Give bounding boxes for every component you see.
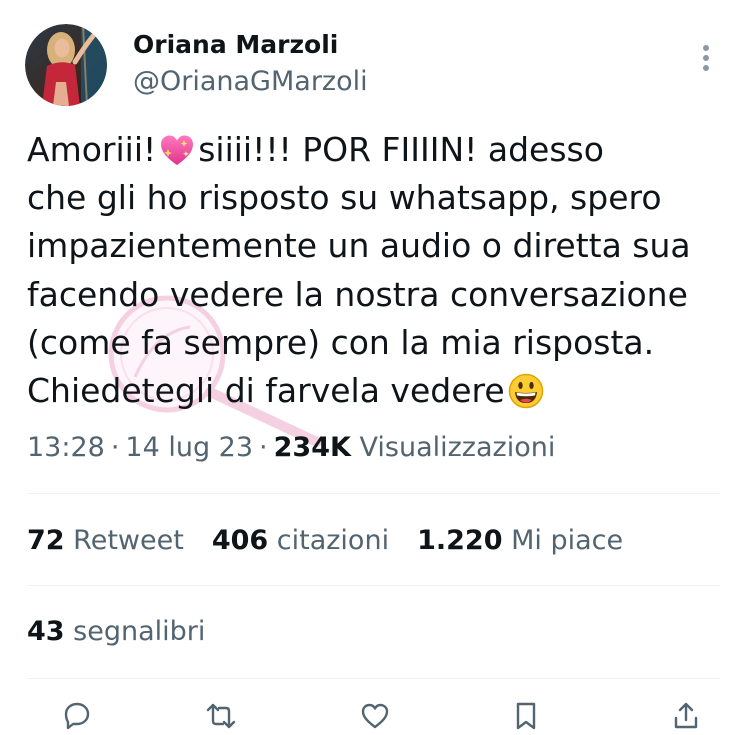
- likes-stat[interactable]: 1.220 Mi piace: [417, 524, 623, 558]
- grinning-face-emoji-icon: [507, 373, 545, 409]
- tweet-date[interactable]: 14 lug 23: [125, 432, 253, 463]
- retweets-count: 72: [27, 525, 65, 556]
- quotes-stat[interactable]: 406 citazioni: [212, 524, 389, 558]
- tweet-text-segment: siiii!!! POR FIIIIN! adesso: [198, 130, 604, 169]
- author-handle[interactable]: @OrianaGMarzoli: [133, 66, 368, 98]
- like-button[interactable]: [360, 701, 390, 731]
- bookmarks-label: segnalibri: [73, 616, 206, 647]
- tweet-text-segment: Amoriii!: [27, 130, 157, 169]
- retweets-stat[interactable]: 72 Retweet: [27, 524, 184, 558]
- avatar[interactable]: [25, 24, 107, 106]
- reply-icon: [64, 702, 90, 730]
- tweet-text-segment: Chiedetegli di farvela vedere: [27, 371, 505, 411]
- tweet-line: impazientemente un audio o diretta sua: [27, 226, 691, 266]
- tweet-line: Chiedetegli di farvela vedere: [27, 367, 691, 415]
- tweet-line: (come fa sempre) con la mia risposta.: [27, 322, 655, 362]
- tweet-stats: 72 Retweet 406 citazioni 1.220 Mi piace: [27, 524, 623, 558]
- views-label[interactable]: Visualizzazioni: [360, 432, 556, 463]
- bookmarks-count: 43: [27, 616, 65, 647]
- quotes-count: 406: [211, 525, 269, 556]
- tweet-time[interactable]: 13:28: [27, 432, 105, 463]
- like-icon: [361, 703, 389, 729]
- separator: ·: [110, 432, 120, 463]
- bookmark-button[interactable]: [511, 701, 541, 731]
- divider: [27, 493, 720, 494]
- more-vertical-icon: [703, 45, 709, 71]
- tweet-meta: 13:28 · 14 lug 23 · 234K Visualizzazioni: [27, 431, 555, 465]
- bookmarks-stat[interactable]: 43 segnalibri: [27, 615, 205, 649]
- likes-count: 1.220: [417, 525, 503, 556]
- tweet-line: facendo vedere la nostra conversazione: [27, 274, 688, 314]
- tweet-text: Amoriii! siiii!!! POR FIIIIN! adesso che…: [27, 126, 691, 415]
- profile-photo-icon: [25, 24, 107, 106]
- retweet-icon: [206, 703, 236, 729]
- bookmark-icon: [516, 702, 536, 730]
- sparkling-heart-emoji-icon: [158, 132, 196, 168]
- reply-button[interactable]: [62, 701, 92, 731]
- retweets-label: Retweet: [73, 525, 184, 556]
- views-count: 234K: [273, 432, 351, 463]
- separator: ·: [259, 432, 268, 463]
- divider: [27, 585, 720, 586]
- tweet-line: Amoriii! siiii!!! POR FIIIIN! adesso: [27, 126, 691, 174]
- divider: [27, 678, 720, 679]
- share-icon: [674, 702, 698, 729]
- quotes-label: citazioni: [276, 525, 390, 556]
- more-button[interactable]: [696, 40, 716, 76]
- tweet-line: che gli ho risposto su whatsapp, spero: [27, 178, 662, 218]
- author-name[interactable]: Oriana Marzoli: [133, 30, 338, 60]
- retweet-button[interactable]: [206, 701, 236, 731]
- share-button[interactable]: [671, 701, 701, 731]
- likes-label: Mi piace: [511, 525, 624, 556]
